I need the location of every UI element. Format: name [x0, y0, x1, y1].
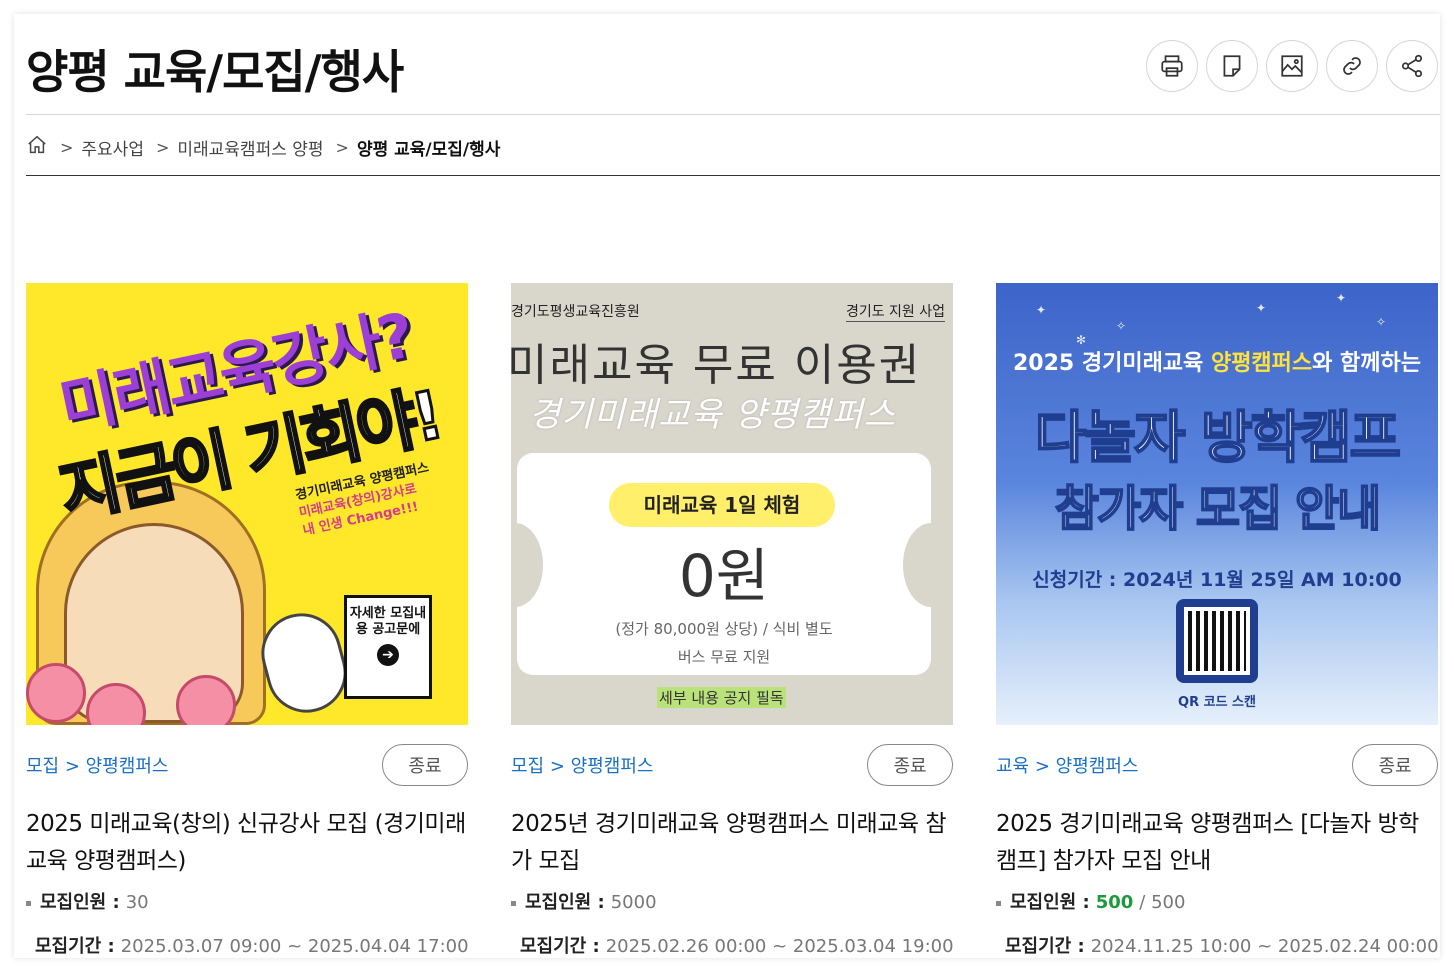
recruit-count-label: 모집인원 : [40, 892, 120, 913]
status-badge: 종료 [1352, 744, 1438, 786]
chevron-right-icon: > [335, 138, 349, 157]
memo-button[interactable] [1206, 40, 1258, 92]
breadcrumb-item[interactable]: 주요사업 [81, 135, 144, 160]
chevron-right-icon: > [60, 138, 74, 157]
snowflake-icon: ✦ [1256, 301, 1267, 315]
link-button[interactable] [1326, 40, 1378, 92]
breadcrumb-current: 양평 교육/모집/행사 [356, 140, 501, 160]
card-thumbnail[interactable]: 미래교육강사? 지금이 기회야! 경기미래교육 양평캠퍼스 미래교육(창의)강사… [26, 283, 468, 725]
print-button[interactable] [1146, 40, 1198, 92]
card-title[interactable]: 2025 경기미래교육 양평캠퍼스 [다놀자 방학캠프] 참가자 모집 안내 [996, 806, 1438, 880]
recruit-count-row: 모집인원 : 500 / 500 [996, 892, 1438, 914]
recruit-period-value: 2025.03.07 09:00 ~ 2025.04.04 17:00 [120, 936, 469, 957]
home-link[interactable] [26, 134, 48, 161]
recruit-period-row: 모집기간 : 2024.11.25 10:00 ~ 2025.02.24 00:… [996, 936, 1439, 958]
thumb-info-box: 자세한 모집내용 공고문에 ➔ [344, 595, 432, 699]
card-title[interactable]: 2025 미래교육(창의) 신규강사 모집 (경기미래교육 양평캠퍼스) [26, 806, 468, 880]
card-meta: 모집 > 양평캠퍼스 종료 [511, 744, 953, 786]
qr-code-icon [1176, 599, 1258, 683]
recruit-count-value: 5000 [610, 892, 657, 913]
event-card[interactable]: 미래교육강사? 지금이 기회야! 경기미래교육 양평캠퍼스 미래교육(창의)강사… [26, 283, 469, 958]
thumb-note: 세부 내용 공지 필독 [657, 687, 786, 708]
snowflake-icon: ✧ [1376, 315, 1387, 329]
recruit-count-row: 모집인원 : 5000 [511, 892, 953, 914]
bullet-icon [996, 900, 1001, 906]
recruit-period-row: 모집기간 : 2025.02.26 00:00 ~ 2025.03.04 19:… [511, 936, 954, 958]
recruit-period-label: 모집기간 : [1005, 936, 1085, 957]
card-list: 미래교육강사? 지금이 기회야! 경기미래교육 양평캠퍼스 미래교육(창의)강사… [26, 283, 1439, 958]
recruit-count-current: 500 [1095, 892, 1134, 913]
breadcrumb: > 주요사업 > 미래교육캠퍼스 양평 > 양평 교육/모집/행사 [26, 134, 500, 161]
event-card[interactable]: ✦ ✧ ✦ ✧ ✻ ✦ 2025 경기미래교육 양평캠퍼스와 함께하는 다놀자 … [996, 283, 1439, 958]
status-badge: 종료 [867, 744, 953, 786]
recruit-count-label: 모집인원 : [525, 892, 605, 913]
thumb-headline: 2025 경기미래교육 양평캠퍼스와 함께하는 [1012, 351, 1422, 376]
thumb-period: 신청기간 : 2024년 11월 25일 AM 10:00 [1032, 569, 1402, 591]
share-button[interactable] [1386, 40, 1438, 92]
card-thumbnail[interactable]: ✦ ✧ ✦ ✧ ✻ ✦ 2025 경기미래교육 양평캠퍼스와 함께하는 다놀자 … [996, 283, 1438, 725]
toolbar [1146, 40, 1438, 92]
recruit-period-label: 모집기간 : [520, 936, 600, 957]
rose-icon [26, 663, 86, 723]
snowflake-icon: ✦ [1036, 303, 1047, 317]
arrow-right-icon: ➔ [377, 644, 399, 666]
note-icon [1223, 55, 1241, 77]
recruit-count-label: 모집인원 : [1010, 892, 1090, 913]
thumb-fine-print: (정가 80,000원 상당) / 식비 별도 버스 무료 지원 [615, 620, 833, 666]
card-title[interactable]: 2025년 경기미래교육 양평캠퍼스 미래교육 참가 모집 [511, 806, 953, 880]
printer-icon [1161, 55, 1183, 77]
thumb-campus: 경기미래교육 양평캠퍼스 [529, 395, 896, 435]
recruit-count-value: / 500 [1139, 892, 1186, 913]
link-icon [1343, 57, 1361, 75]
image-button[interactable] [1266, 40, 1318, 92]
thumb-title: 다놀자 방학캠프 [1034, 405, 1402, 472]
event-card[interactable]: 경기도평생교육진흥원 경기도 지원 사업 미래교육 무료 이용권 경기미래교육 … [511, 283, 954, 958]
breadcrumb-item[interactable]: 미래교육캠퍼스 양평 [177, 135, 323, 160]
card-category[interactable]: 모집 > 양평캠퍼스 [26, 752, 168, 778]
page-title: 양평 교육/모집/행사 [26, 45, 404, 99]
recruit-count-value: 30 [125, 892, 149, 913]
chevron-right-icon: > [155, 138, 170, 157]
thumb-price: 0원 [678, 542, 770, 610]
card-meta: 모집 > 양평캠퍼스 종료 [26, 744, 468, 786]
page-frame: 양평 교육/모집/행사 > 주요사업 > 미래교육캠퍼스 양평 > 양평 교육/… [14, 14, 1440, 958]
thumb-qr-label: QR 코드 스캔 [1178, 695, 1256, 710]
thumb-headline: 미래교육 무료 이용권 [511, 340, 922, 391]
card-thumbnail[interactable]: 경기도평생교육진흥원 경기도 지원 사업 미래교육 무료 이용권 경기미래교육 … [511, 283, 953, 725]
card-category[interactable]: 교육 > 양평캠퍼스 [996, 752, 1138, 778]
illustration-mask [252, 604, 356, 722]
card-info: 모집인원 : 30 모집기간 : 2025.03.07 09:00 ~ 2025… [26, 892, 469, 958]
card-info: 모집인원 : 5000 모집기간 : 2025.02.26 00:00 ~ 20… [511, 892, 954, 958]
card-category[interactable]: 모집 > 양평캠퍼스 [511, 752, 653, 778]
status-badge: 종료 [382, 744, 468, 786]
title-divider [26, 114, 1440, 115]
bullet-icon [511, 900, 516, 906]
snowflake-icon: ✦ [1336, 291, 1347, 305]
thumb-sponsor: 경기도 지원 사업 [845, 301, 945, 322]
card-info: 모집인원 : 500 / 500 모집기간 : 2024.11.25 10:00… [996, 892, 1439, 958]
card-meta: 교육 > 양평캠퍼스 종료 [996, 744, 1438, 786]
recruit-period-row: 모집기간 : 2025.03.07 09:00 ~ 2025.04.04 17:… [26, 936, 469, 958]
recruit-period-value: 2024.11.25 10:00 ~ 2025.02.24 00:00 [1090, 936, 1439, 957]
recruit-period-label: 모집기간 : [35, 936, 115, 957]
snowflake-icon: ✧ [1116, 319, 1127, 333]
recruit-count-row: 모집인원 : 30 [26, 892, 468, 914]
thumb-org: 경기도평생교육진흥원 [511, 304, 640, 320]
bullet-icon [26, 900, 31, 906]
thumb-pill: 미래교육 1일 체험 [609, 483, 835, 527]
image-icon [1281, 55, 1303, 77]
thumb-title: 참가자 모집 안내 [1054, 480, 1383, 538]
share-icon [1401, 54, 1423, 78]
recruit-period-value: 2025.02.26 00:00 ~ 2025.03.04 19:00 [605, 936, 954, 957]
home-icon [28, 135, 46, 154]
breadcrumb-divider [26, 175, 1440, 176]
